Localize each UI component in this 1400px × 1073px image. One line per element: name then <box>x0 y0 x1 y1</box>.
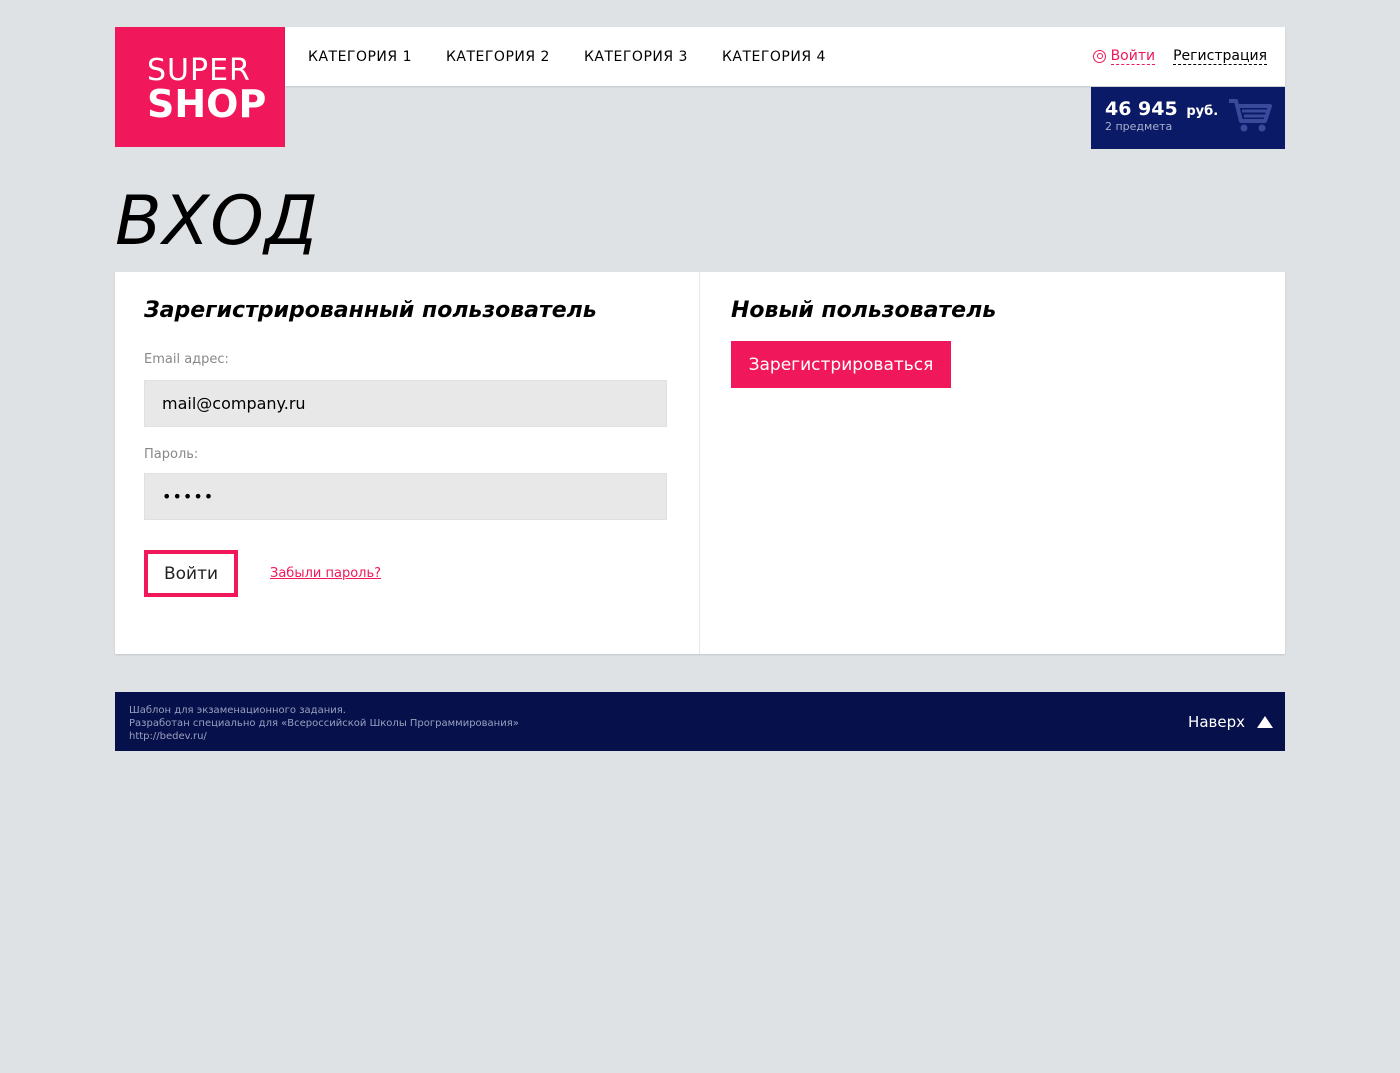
nav-item-category-4[interactable]: КАТЕГОРИЯ 4 <box>722 49 826 65</box>
logo-line-2: SHOP <box>147 82 267 126</box>
footer-line-3[interactable]: http://bedev.ru/ <box>129 730 519 743</box>
new-user-title: Новый пользователь <box>731 298 997 323</box>
user-icon <box>1092 50 1106 63</box>
auth-links: Войти Регистрация <box>1092 27 1267 86</box>
email-field[interactable]: mail@company.ru <box>144 380 667 427</box>
register-button[interactable]: Зарегистрироваться <box>731 341 951 388</box>
registered-user-title: Зарегистрированный пользователь <box>144 298 597 323</box>
cart-icon <box>1229 99 1272 132</box>
forgot-password-link[interactable]: Забыли пароль? <box>270 566 381 581</box>
new-user-section: Новый пользователь Зарегистрироваться <box>700 272 1285 654</box>
login-link[interactable]: Войти <box>1092 48 1156 65</box>
password-label: Пароль: <box>144 447 199 462</box>
footer-line-1: Шаблон для экзаменационного задания. <box>129 705 346 716</box>
footer-info: Шаблон для экзаменационного задания. Раз… <box>129 704 519 743</box>
cart-sum: 46 945 <box>1105 98 1178 120</box>
password-field[interactable]: ••••• <box>144 473 667 520</box>
back-to-top-label: Наверх <box>1188 712 1245 731</box>
login-button[interactable]: Войти <box>144 550 238 597</box>
top-bar: КАТЕГОРИЯ 1 КАТЕГОРИЯ 2 КАТЕГОРИЯ 3 КАТЕ… <box>285 27 1285 86</box>
nav-item-category-1[interactable]: КАТЕГОРИЯ 1 <box>308 49 412 65</box>
cart-sum-line: 46 945 руб. <box>1105 98 1218 120</box>
cart-item-count: 2 предмета <box>1105 120 1173 133</box>
cart-widget[interactable]: 46 945 руб. 2 предмета <box>1091 87 1285 149</box>
login-link-label: Войти <box>1110 48 1156 65</box>
email-label: Email адрес: <box>144 352 229 367</box>
footer: Шаблон для экзаменационного задания. Раз… <box>115 692 1285 751</box>
nav-item-category-2[interactable]: КАТЕГОРИЯ 2 <box>446 49 550 65</box>
cart-currency: руб. <box>1186 104 1219 119</box>
main-nav: КАТЕГОРИЯ 1 КАТЕГОРИЯ 2 КАТЕГОРИЯ 3 КАТЕ… <box>308 27 860 86</box>
arrow-up-icon <box>1257 715 1273 728</box>
nav-item-category-3[interactable]: КАТЕГОРИЯ 3 <box>584 49 688 65</box>
back-to-top-button[interactable]: Наверх <box>1188 692 1273 751</box>
logo[interactable]: SUPER SHOP <box>115 27 285 147</box>
footer-line-2: Разработан специально для «Всероссийской… <box>129 718 519 729</box>
login-panel: Зарегистрированный пользователь Email ад… <box>115 272 1285 654</box>
registered-user-section: Зарегистрированный пользователь Email ад… <box>115 272 700 654</box>
page-title: ВХОД <box>115 182 319 261</box>
register-link[interactable]: Регистрация <box>1173 48 1267 65</box>
